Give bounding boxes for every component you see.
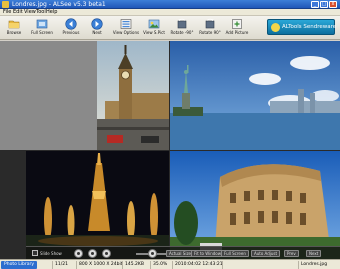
close-button[interactable]: x	[329, 1, 337, 8]
status-extra	[222, 261, 298, 269]
menu-view[interactable]: View	[24, 10, 36, 15]
status-file-size: 145.2KB	[122, 261, 150, 269]
add-picture-label: Add Picture	[225, 30, 249, 35]
rotate-left-label: Rotate -90°	[170, 30, 194, 35]
prev-overlay-button[interactable]: Prev	[284, 250, 299, 257]
add-picture-icon	[232, 19, 242, 29]
status-filename: Londres.jpg	[298, 261, 340, 269]
play-button[interactable]	[88, 249, 97, 258]
toolbar: Browse Full Screen Previous Next View Op…	[0, 16, 340, 40]
previous-icon	[65, 18, 77, 30]
slideshow-checkbox[interactable]	[32, 250, 38, 256]
slideshow-label: Slide Show	[40, 251, 62, 256]
london-photo[interactable]	[97, 41, 169, 150]
rotate-left-icon	[177, 18, 187, 29]
view-options-label: View Options	[112, 30, 140, 35]
rotate-left-button[interactable]: Rotate -90°	[169, 17, 195, 39]
next-button[interactable]: Next	[86, 17, 108, 39]
image-viewer[interactable]: Slide Show Actual Size Fit to Window Ful…	[0, 41, 340, 259]
full-screen-toggle[interactable]: Full Screen	[221, 250, 249, 257]
status-index: 11/21	[52, 261, 76, 269]
menu-tool[interactable]: Tool	[36, 10, 46, 15]
new-york-image	[170, 41, 340, 150]
auto-adjust-button[interactable]: Auto Adjust	[251, 250, 281, 257]
full-screen-label: Full Screen	[31, 30, 53, 35]
previous-label: Previous	[62, 30, 80, 35]
next-icon	[91, 18, 103, 30]
window-title: Londres.jpg - ALSee v5.3 beta1	[12, 1, 106, 8]
view-options-button[interactable]: View Options	[112, 17, 140, 39]
fit-window-button[interactable]: Fit to Window	[191, 250, 225, 257]
paris-photo[interactable]	[26, 151, 169, 259]
status-dimensions: 800 X 1000 X 24bit	[76, 261, 122, 269]
status-zoom: 35.0%	[150, 261, 172, 269]
rome-image	[170, 151, 340, 259]
rome-photo[interactable]	[170, 151, 340, 259]
next-label: Next	[92, 30, 102, 35]
menu-help[interactable]: Help	[46, 10, 57, 15]
view-pict-icon	[148, 19, 160, 29]
add-picture-button[interactable]: Add Picture	[225, 17, 249, 39]
volume-button[interactable]	[148, 249, 157, 258]
next-overlay-button[interactable]: Next	[306, 250, 322, 257]
new-york-photo[interactable]	[170, 41, 340, 150]
empty-thumbnail[interactable]	[0, 41, 97, 150]
london-image	[97, 41, 169, 150]
rotate-right-label: Rotate 90°	[199, 30, 221, 35]
browse-button[interactable]: Browse	[2, 17, 26, 39]
full-screen-button[interactable]: Full Screen	[29, 17, 55, 39]
view-pict-label: View S.Pict	[143, 30, 165, 35]
maximize-button[interactable]: □	[320, 1, 328, 8]
rotate-right-button[interactable]: Rotate 90°	[198, 17, 222, 39]
browse-label: Browse	[6, 30, 22, 35]
slideshow-controls: Slide Show Actual Size Fit to Window Ful…	[26, 246, 340, 259]
previous-button[interactable]: Previous	[59, 17, 83, 39]
paris-image	[26, 151, 169, 259]
app-icon	[2, 1, 9, 8]
fullscreen-icon	[36, 19, 48, 29]
title-bar: Londres.jpg - ALSee v5.3 beta1 _ □ x	[0, 0, 340, 9]
actual-size-button[interactable]: Actual Size	[166, 250, 195, 257]
brand-text: ALTools Sendreware	[282, 24, 337, 30]
menu-edit[interactable]: Edit	[13, 10, 23, 15]
altools-banner[interactable]: ALTools Sendreware	[267, 19, 337, 35]
view-options-icon	[120, 19, 132, 29]
folder-icon	[8, 20, 20, 29]
view-pict-button[interactable]: View S.Pict	[142, 17, 166, 39]
altools-logo-icon	[271, 23, 280, 32]
pause-button[interactable]	[102, 249, 111, 258]
photo-library-tab[interactable]: Photo Library	[1, 261, 38, 269]
rotate-right-icon	[205, 18, 215, 29]
menu-bar: File Edit View Tool Help	[0, 9, 340, 16]
status-date: 2010:04:02 12:43:21	[172, 261, 222, 269]
menu-file[interactable]: File	[3, 10, 11, 15]
stop-button[interactable]	[74, 249, 83, 258]
status-bar: Photo Library 11/21 800 X 1000 X 24bit 1…	[0, 259, 340, 269]
minimize-button[interactable]: _	[311, 1, 319, 8]
